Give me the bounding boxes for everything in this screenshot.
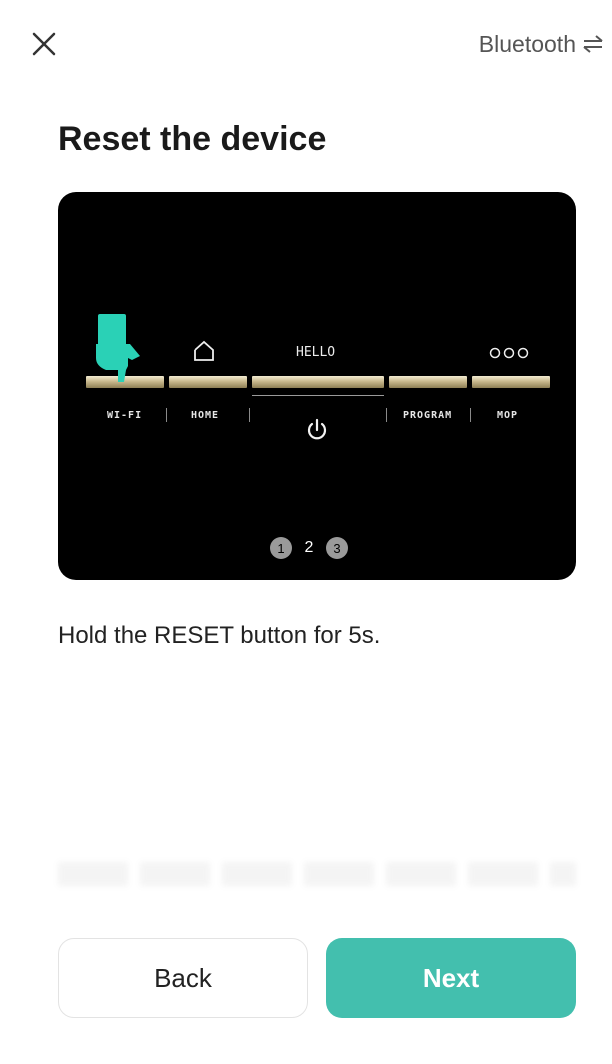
step-dot-1[interactable]: 1 [270,537,292,559]
hand-pointer-icon [96,314,140,382]
segment-label-program: PROGRAM [403,410,453,421]
separator [166,408,167,422]
power-icon [307,418,327,440]
display-text: HELLO [296,345,336,360]
next-button[interactable]: Next [326,938,576,1018]
separator [470,408,471,422]
program-segment-bar [389,376,467,388]
home-icon [194,340,214,361]
bluetooth-label: Bluetooth [478,30,576,57]
center-segment-bar [252,376,384,388]
step-dot-2[interactable]: 2 [302,537,316,559]
segment-label-home: HOME [191,410,220,421]
top-bar: Bluetooth [0,0,612,90]
switch-arrows-icon [583,35,603,53]
step-dot-3[interactable]: 3 [326,537,348,559]
back-button[interactable]: Back [58,938,308,1018]
instruction-text: Hold the RESET button for 5s. [58,622,381,649]
mop-segment-bar [472,376,550,388]
separator [386,408,387,422]
bluetooth-switch[interactable]: Bluetooth [479,28,604,60]
home-segment-bar [169,376,247,388]
page-title: Reset the device [58,120,327,158]
faded-hint [58,862,576,886]
step-indicator: 1 2 3 [270,537,348,559]
close-button[interactable] [28,28,60,60]
water-drops-icon [489,347,529,359]
separator [249,408,250,422]
close-icon [32,32,56,56]
segment-label-mop: MOP [497,410,519,421]
segment-label-wifi: WI-FI [107,410,143,421]
center-underline [252,395,384,396]
device-illustration: HELLO WI-FI HOME PROGRAM MOP 1 2 3 [58,192,576,580]
